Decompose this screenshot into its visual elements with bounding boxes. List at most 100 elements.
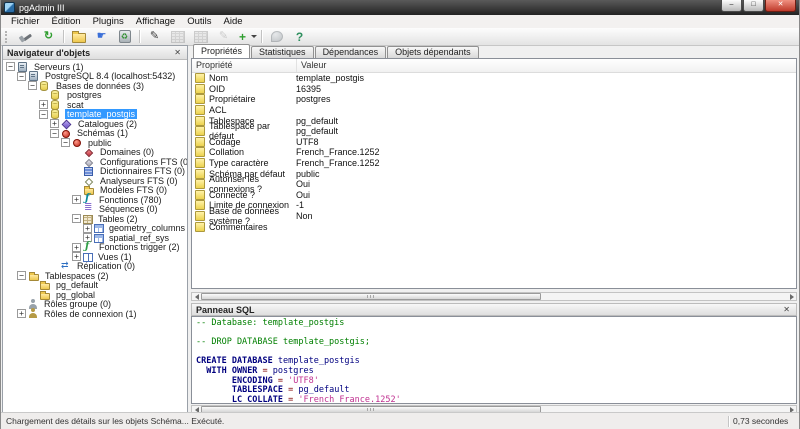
collapse-icon[interactable]: − xyxy=(6,62,15,71)
minimize-button[interactable]: – xyxy=(721,0,742,12)
menu-outils[interactable]: Outils xyxy=(181,15,217,28)
scroll-left-arrow-icon[interactable] xyxy=(192,293,201,300)
column-header-value[interactable]: Valeur xyxy=(297,59,796,72)
new-object-button[interactable] xyxy=(90,28,113,45)
tree-item-vues-1[interactable]: +Vues (1) xyxy=(3,252,187,262)
tree-item-spatial-ref-sys[interactable]: +spatial_ref_sys xyxy=(3,233,187,243)
tree-item-tables-2[interactable]: −Tables (2) xyxy=(3,214,187,224)
tree-item-geometry-columns[interactable]: +geometry_columns xyxy=(3,224,187,234)
sql-token: pg_default xyxy=(298,385,349,395)
hint-balloon-icon xyxy=(271,31,283,42)
plugins-button[interactable] xyxy=(235,28,258,45)
tree-item-pg-default[interactable]: pg_default xyxy=(3,281,187,291)
tree-item-label: Rôles groupe (0) xyxy=(42,299,113,309)
tree-item-template-postgis[interactable]: − template_postgis xyxy=(3,110,187,120)
tab-objets-d-pendants[interactable]: Objets dépendants xyxy=(387,46,479,58)
tree-item-bases-de-donn-es-3[interactable]: − Bases de données (3) xyxy=(3,81,187,91)
property-icon xyxy=(195,158,205,168)
property-row: Tablespace par défautpg_default xyxy=(192,126,796,137)
tab-d-pendances[interactable]: Dépendances xyxy=(315,46,387,58)
menu-aide[interactable]: Aide xyxy=(218,15,249,28)
scroll-right-arrow-icon[interactable] xyxy=(787,293,796,300)
tree-item-label: Bases de données (3) xyxy=(54,81,146,91)
tree-item-postgres[interactable]: postgres xyxy=(3,91,187,101)
property-row: Connecté ?Oui xyxy=(192,190,796,201)
refresh-button[interactable] xyxy=(37,28,60,45)
tree-item-dictionnaires-fts-0[interactable]: Dictionnaires FTS (0) xyxy=(3,167,187,177)
collapse-icon[interactable]: − xyxy=(17,271,26,280)
dropdown-caret-icon[interactable] xyxy=(251,35,257,38)
expand-icon[interactable]: + xyxy=(50,119,59,128)
expand-icon[interactable]: + xyxy=(72,243,81,252)
collapse-icon[interactable]: − xyxy=(28,81,37,90)
plugin-icon xyxy=(236,30,249,43)
property-name: Connecté ? xyxy=(209,190,255,200)
close-icon[interactable]: ✕ xyxy=(172,48,183,57)
add-server-connection-button[interactable] xyxy=(14,28,37,45)
tree-item-sch-mas-1[interactable]: −Schémas (1) xyxy=(3,129,187,139)
tree-item-configurations-fts-0[interactable]: Configurations FTS (0) xyxy=(3,157,187,167)
property-icon xyxy=(195,94,205,104)
maintenance-button xyxy=(212,28,235,45)
tree-item-public[interactable]: −public xyxy=(3,138,187,148)
close-icon[interactable]: ✕ xyxy=(781,305,792,314)
menu-fichier[interactable]: Fichier xyxy=(5,15,46,28)
property-value: postgres xyxy=(296,94,796,104)
tree-item-r-les-de-connexion-1[interactable]: +Rôles de connexion (1) xyxy=(3,309,187,319)
collapse-icon[interactable]: − xyxy=(39,110,48,119)
expand-icon[interactable]: + xyxy=(72,252,81,261)
query-tool-button[interactable] xyxy=(143,28,166,45)
menu-dition[interactable]: Édition xyxy=(46,15,87,28)
toolbar-separator xyxy=(261,30,262,43)
property-icon xyxy=(195,211,205,221)
property-row: CodageUTF8 xyxy=(192,137,796,148)
collapse-icon[interactable]: − xyxy=(61,138,70,147)
replication-icon xyxy=(61,261,72,272)
sql-token: -- DROP DATABASE template_postgis; xyxy=(196,337,370,347)
tree-item-postgresql-8-4-localhost-5432[interactable]: −PostgreSQL 8.4 (localhost:5432) xyxy=(3,72,187,82)
help-button[interactable] xyxy=(288,28,311,45)
close-button[interactable]: ✕ xyxy=(765,0,796,12)
column-header-property[interactable]: Propriété xyxy=(192,59,297,72)
tree-item-tablespaces-2[interactable]: −Tablespaces (2) xyxy=(3,271,187,281)
tree-item-label: template_postgis xyxy=(65,109,137,119)
property-name-cell: Commentaires xyxy=(192,222,296,232)
tree-item-domaines-0[interactable]: Domaines (0) xyxy=(3,148,187,158)
tree-item-r-plication-0[interactable]: Réplication (0) xyxy=(3,262,187,272)
drop-object-button[interactable] xyxy=(113,28,136,45)
expand-icon[interactable]: + xyxy=(39,100,48,109)
tree-item-fonctions-trigger-2[interactable]: +Fonctions trigger (2) xyxy=(3,243,187,253)
tree-item-fonctions-780[interactable]: +Fonctions (780) xyxy=(3,195,187,205)
object-properties-button[interactable] xyxy=(67,28,90,45)
tab-propri-t-s[interactable]: Propriétés xyxy=(193,44,250,58)
menu-plugins[interactable]: Plugins xyxy=(87,15,130,28)
property-value: 16395 xyxy=(296,84,796,94)
collapse-icon[interactable]: − xyxy=(50,129,59,138)
expand-icon[interactable]: + xyxy=(72,195,81,204)
property-value: template_postgis xyxy=(296,73,796,83)
menu-affichage[interactable]: Affichage xyxy=(130,15,181,28)
tree-item-label: scat xyxy=(65,100,86,110)
maximize-button[interactable]: □ xyxy=(743,0,764,12)
property-icon xyxy=(195,179,205,189)
tree-item-analyseurs-fts-0[interactable]: Analyseurs FTS (0) xyxy=(3,176,187,186)
expand-icon[interactable]: + xyxy=(83,224,92,233)
collapse-icon[interactable]: − xyxy=(17,72,26,81)
properties-horizontal-scrollbar[interactable] xyxy=(191,292,797,301)
tree-item-mod-les-fts-0[interactable]: Modèles FTS (0) xyxy=(3,186,187,196)
object-browser-header: Navigateur d'objets ✕ xyxy=(3,46,187,60)
property-value: pg_default xyxy=(296,116,796,126)
collapse-icon[interactable]: − xyxy=(72,214,81,223)
expand-icon[interactable]: + xyxy=(17,309,26,318)
scrollbar-track[interactable] xyxy=(201,293,787,300)
tables-icon xyxy=(83,215,93,224)
tree-item-s-quences-0[interactable]: Séquences (0) xyxy=(3,205,187,215)
tab-statistiques[interactable]: Statistiques xyxy=(251,46,314,58)
tree-item-scat[interactable]: + scat xyxy=(3,100,187,110)
tree-item-serveurs-1[interactable]: −Serveurs (1) xyxy=(3,62,187,72)
property-name-cell: OID xyxy=(192,84,296,94)
tree-item-catalogues-2[interactable]: +Catalogues (2) xyxy=(3,119,187,129)
scrollbar-thumb[interactable] xyxy=(201,293,541,300)
sql-line: -- DROP DATABASE template_postgis; xyxy=(196,338,796,348)
window-controls: –□✕ xyxy=(720,0,796,12)
